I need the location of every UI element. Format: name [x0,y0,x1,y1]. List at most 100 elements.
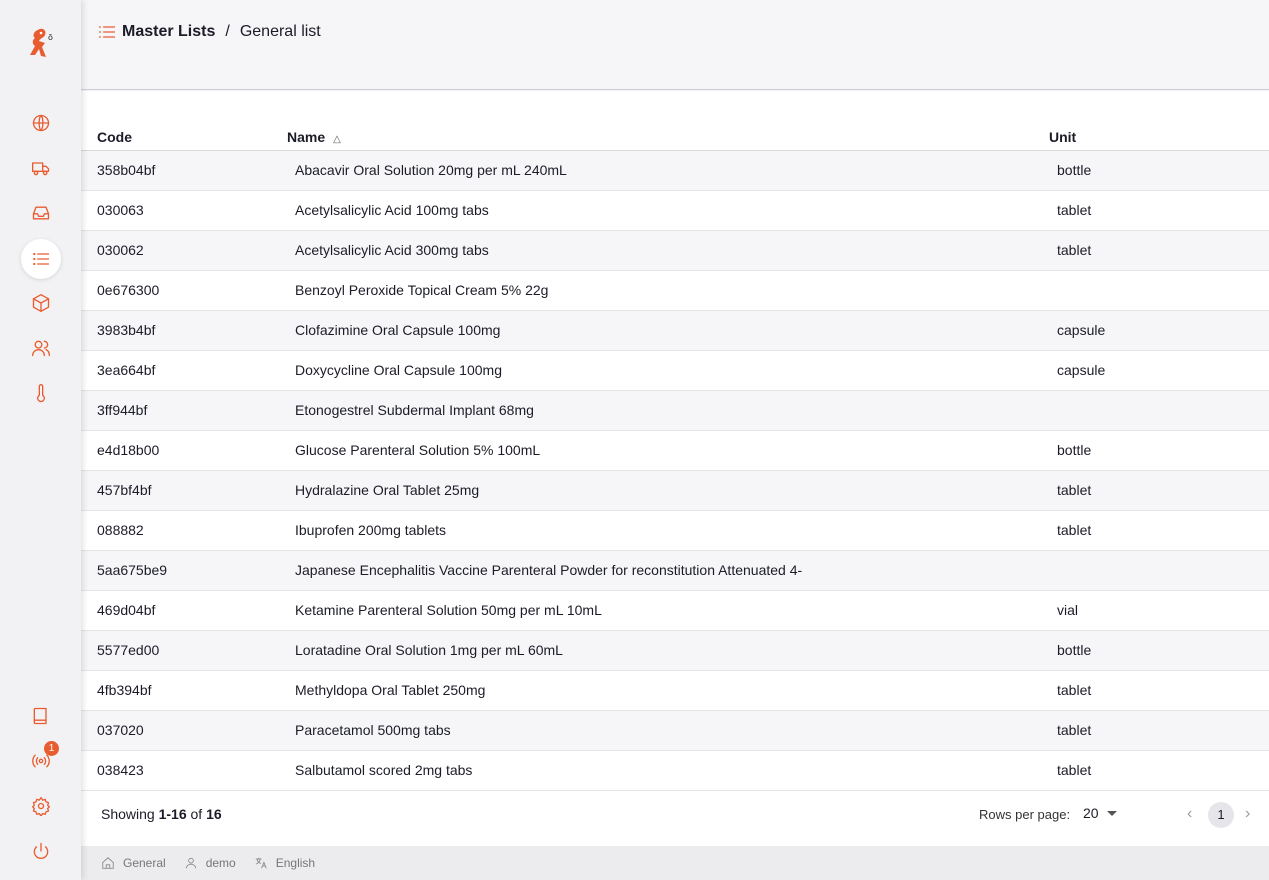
cell-name: Glucose Parenteral Solution 5% 100mL [295,442,541,458]
cell-unit: capsule [1057,322,1106,338]
user-indicator[interactable]: demo [184,856,236,870]
box-icon [32,294,50,312]
cell-name: Hydralazine Oral Tablet 25mg [295,482,480,498]
table-row[interactable]: 0e676300 Benzoyl Peroxide Topical Cream 5… [81,271,1269,311]
nav-patients[interactable] [21,328,61,368]
book-icon [33,707,47,725]
table-row[interactable]: 358b04bf Abacavir Oral Solution 20mg per … [81,151,1269,191]
store-indicator[interactable]: General [101,856,166,870]
nav-sync[interactable]: 1 [21,741,61,781]
table-row[interactable]: 5aa675be9 Japanese Encephalitis Vaccine P… [81,551,1269,591]
column-header-code[interactable]: Code [97,129,132,145]
list-icon [33,252,50,266]
showing-total: 16 [206,806,222,822]
cell-unit: tablet [1057,242,1092,258]
sidebar: ō 1 [0,0,81,880]
column-header-unit[interactable]: Unit [1049,129,1076,145]
cell-code: e4d18b00 [97,442,160,458]
showing-prefix: Showing [101,806,155,822]
users-icon [31,340,50,357]
cell-name: Acetylsalicylic Acid 300mg tabs [295,242,489,258]
showing-of: of [190,806,203,822]
language-indicator[interactable]: English [254,856,315,870]
cell-name: Benzoyl Peroxide Topical Cream 5% 22g [295,282,549,298]
table-row[interactable]: 3ea664bf Doxycycline Oral Capsule 100mg ca… [81,351,1269,391]
cell-unit: tablet [1057,522,1092,538]
cell-name: Clofazimine Oral Capsule 100mg [295,322,501,338]
rows-per-page-select[interactable]: 20 [1083,805,1117,821]
sync-badge: 1 [44,741,59,756]
nav-dashboard[interactable] [21,103,61,143]
rows-per-page-value: 20 [1083,805,1099,821]
nav-settings[interactable] [21,786,61,826]
cell-code: 037020 [97,722,144,738]
nav-catalogue[interactable] [21,239,61,279]
cell-unit: capsule [1057,362,1106,378]
cell-name: Abacavir Oral Solution 20mg per mL 240mL [295,162,567,178]
breadcrumb-root[interactable]: Master Lists [122,23,215,41]
translate-icon [255,857,267,869]
table-row[interactable]: 3ff944bf Etonogestrel Subdermal Implant 6… [81,391,1269,431]
table-row[interactable]: 5577ed00 Loratadine Oral Solution 1mg per… [81,631,1269,671]
cell-unit: tablet [1057,682,1092,698]
cell-unit: tablet [1057,762,1092,778]
svg-text:ō: ō [48,33,53,42]
list-icon [98,26,116,38]
nav-logout[interactable] [21,831,61,871]
master-list-table: Code Name △ Unit 358b04bf Abacavir Oral So… [81,91,1269,846]
language-name: English [275,856,316,870]
inbox-icon [32,206,50,220]
cell-code: 030063 [97,202,144,218]
cell-name: Ibuprofen 200mg tablets [295,522,446,538]
cell-name: Acetylsalicylic Acid 100mg tabs [295,202,489,218]
showing-range: 1-16 [158,806,187,822]
column-header-name[interactable]: Name △ [287,129,341,145]
cell-name: Etonogestrel Subdermal Implant 68mg [295,402,534,418]
cell-code: 5aa675be9 [97,562,168,578]
cell-code: 3983b4bf [97,322,156,338]
table-row[interactable]: 030062 Acetylsalicylic Acid 300mg tabs tab… [81,231,1269,271]
table-row[interactable]: 038423 Salbutamol scored 2mg tabs tablet [81,751,1269,791]
table-row[interactable]: 030063 Acetylsalicylic Acid 100mg tabs tab… [81,191,1269,231]
cell-name: Methyldopa Oral Tablet 250mg [295,682,486,698]
cell-code: 088882 [97,522,144,538]
table-row[interactable]: e4d18b00 Glucose Parenteral Solution 5% 1… [81,431,1269,471]
column-header-name-label: Name [287,129,326,145]
nav-cold-chain[interactable] [21,373,61,413]
cell-unit: bottle [1057,162,1092,178]
table-row[interactable]: 469d04bf Ketamine Parenteral Solution 50m… [81,591,1269,631]
next-page-button[interactable]: › [1245,805,1250,823]
breadcrumb-current: General list [239,23,321,40]
user-name: demo [205,856,236,870]
cell-unit: bottle [1057,642,1092,658]
table-header: Code Name △ Unit [81,129,1269,151]
app-header: Master Lists / General list [81,0,1269,90]
page-number-button[interactable]: 1 [1208,802,1234,828]
rows-per-page-label: Rows per page: [979,807,1071,822]
table-row[interactable]: 4fb394bf Methyldopa Oral Tablet 250mg tabl… [81,671,1269,711]
cell-unit: bottle [1057,442,1092,458]
home-icon [102,857,114,869]
nav-distribution[interactable] [21,148,61,188]
breadcrumb: Master Lists / General list [97,22,321,42]
cell-code: 3ff944bf [97,402,148,418]
cell-code: 038423 [97,762,144,778]
app-logo[interactable]: ō [24,26,56,66]
truck-icon [31,162,50,176]
nav-replenishment[interactable] [21,193,61,233]
cell-code: 5577ed00 [97,642,160,658]
nav-help[interactable] [21,696,61,736]
table-row[interactable]: 088882 Ibuprofen 200mg tablets tablet [81,511,1269,551]
table-row[interactable]: 037020 Paracetamol 500mg tabs tablet [81,711,1269,751]
cell-code: 457bf4bf [97,482,152,498]
showing-count: Showing 1-16 of 16 [101,806,222,822]
table-row[interactable]: 457bf4bf Hydralazine Oral Tablet 25mg tabl… [81,471,1269,511]
table-row[interactable]: 3983b4bf Clofazimine Oral Capsule 100mg ca… [81,311,1269,351]
status-bar: General demo English [81,846,1269,880]
prev-page-button[interactable]: ‹ [1187,805,1192,823]
cell-unit: tablet [1057,482,1092,498]
cell-unit: tablet [1057,722,1092,738]
nav-inventory[interactable] [21,283,61,323]
cell-name: Ketamine Parenteral Solution 50mg per mL… [295,602,602,618]
store-name: General [123,856,166,870]
